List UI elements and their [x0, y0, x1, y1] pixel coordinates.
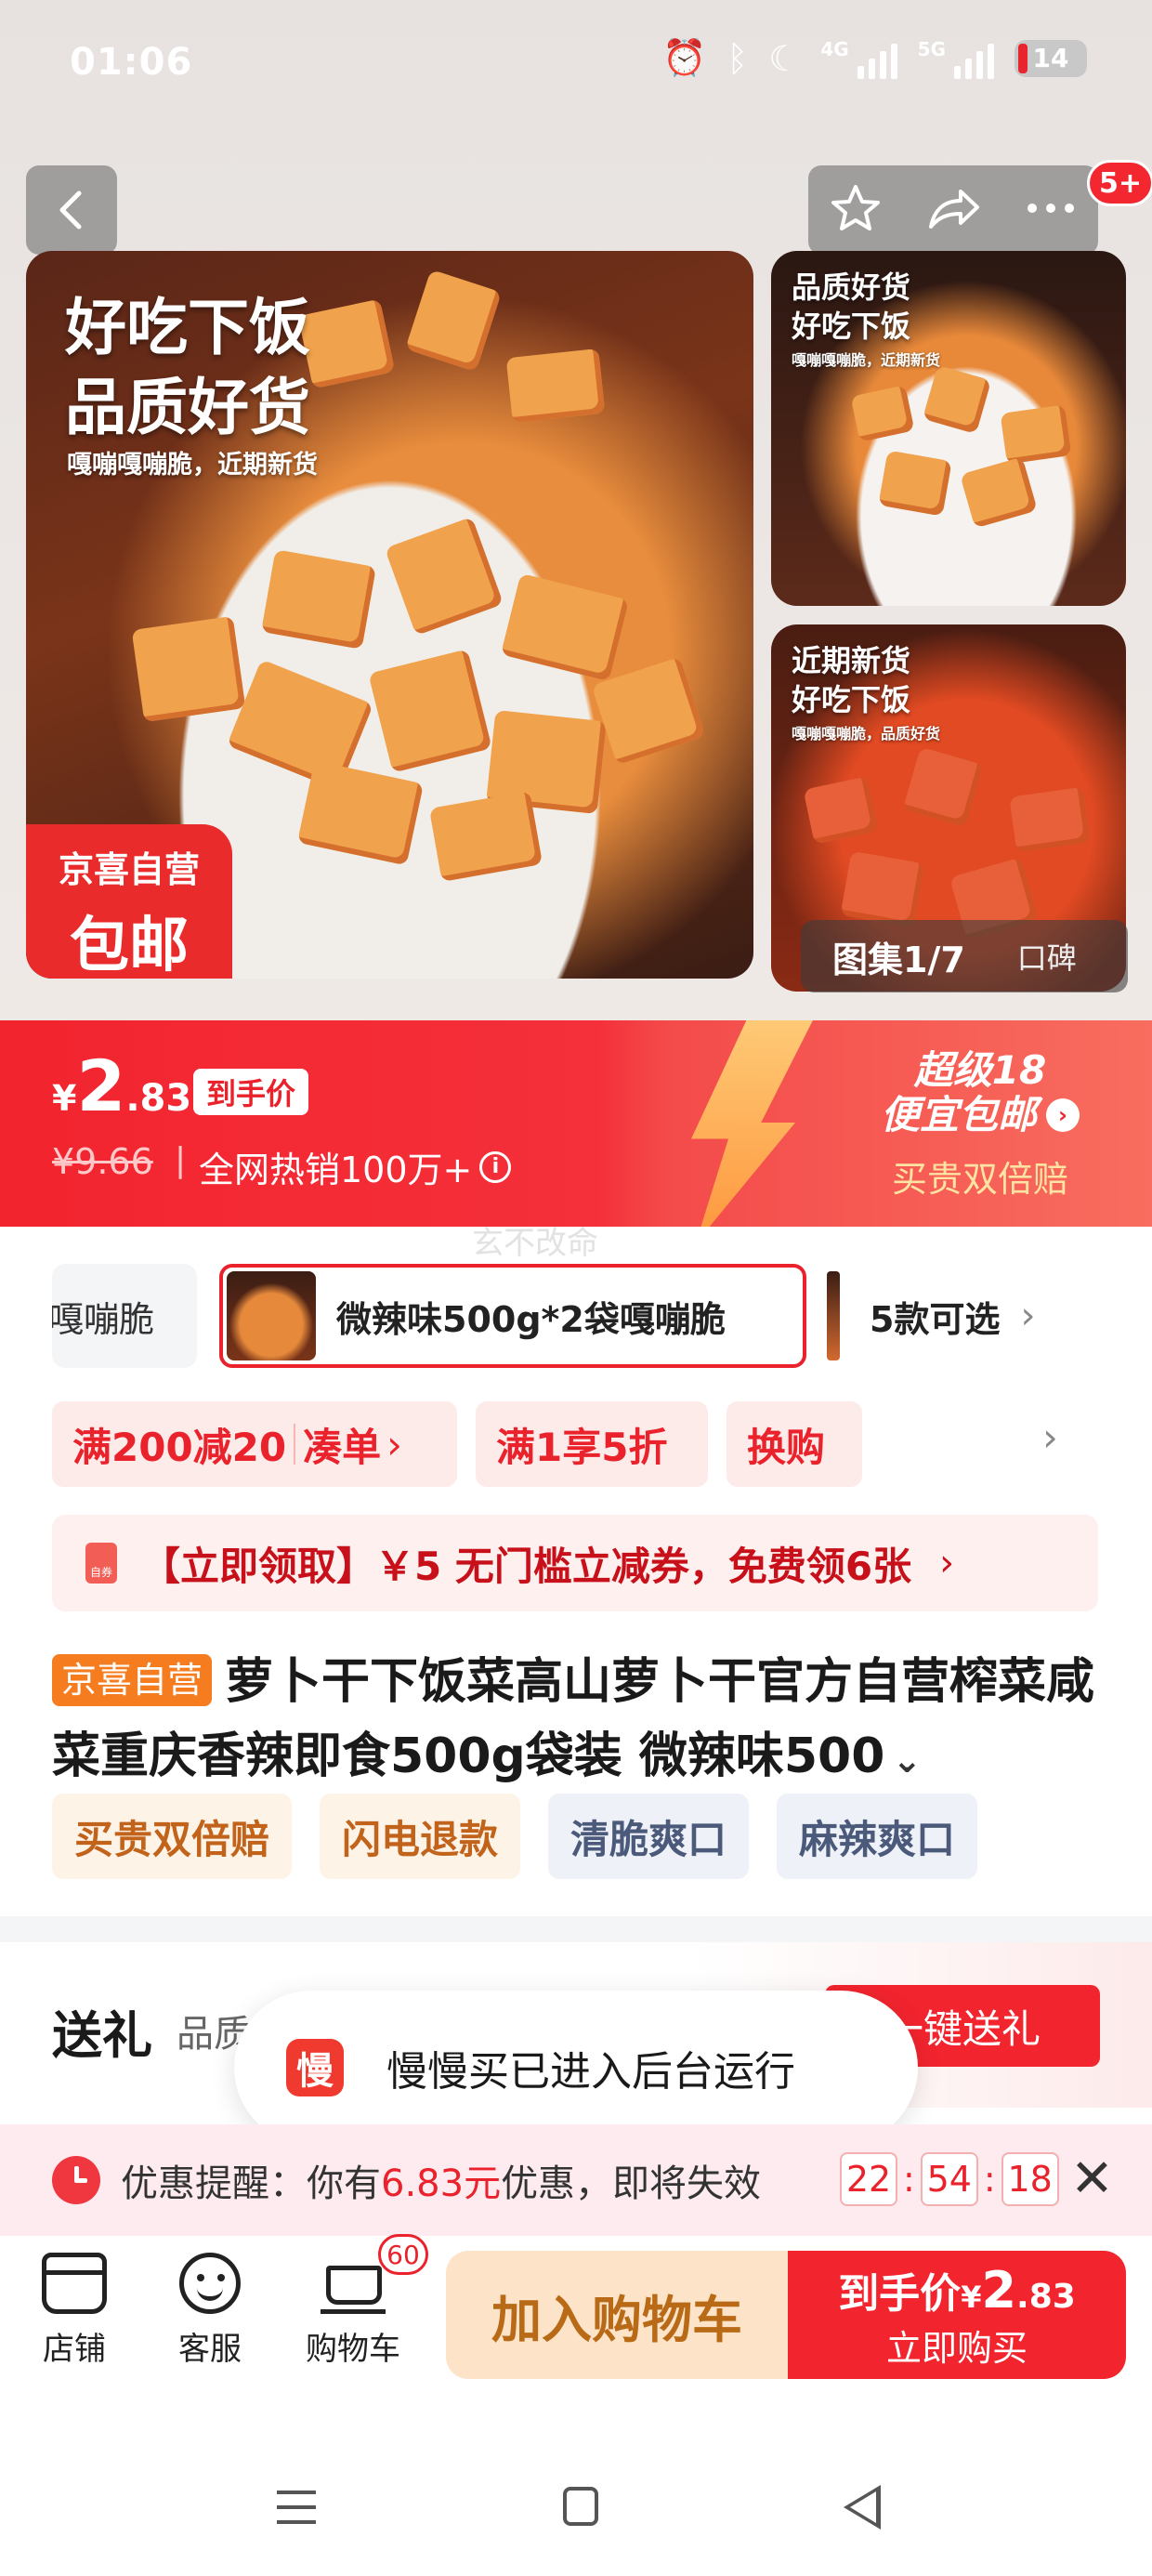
status-time: 01:06 [70, 41, 193, 84]
countdown-timer: 22: 54: 18 [840, 2152, 1059, 2206]
chevron-left-icon [59, 191, 82, 230]
variant-option-selected[interactable]: 微辣味500g*2袋嘎嘣脆 [219, 1264, 806, 1368]
home-icon[interactable] [563, 2487, 598, 2526]
smile-icon [179, 2253, 241, 2314]
shop-button[interactable]: 店铺 [19, 2253, 130, 2369]
gallery-counter[interactable]: 图集1/7 口碑 [801, 920, 1128, 992]
coupon-exchange[interactable]: 换购 [727, 1401, 862, 1487]
thumb1-title: 品质好货 好吃下饭 [792, 269, 911, 344]
original-price: ¥9.66 [52, 1141, 153, 1182]
background-running-toast: 慢 慢慢买已进入后台运行 [234, 1991, 918, 2145]
more-variants[interactable]: 5款可选 › [827, 1264, 1106, 1368]
chevron-right-icon: › [386, 1421, 402, 1467]
thumb1-subtitle: 嘎嘣嘎嘣脆，近期新货 [792, 351, 941, 369]
feature-tag: 清脆爽口 [548, 1794, 750, 1879]
thumb2-subtitle: 嘎嘣嘎嘣脆，品质好货 [792, 725, 941, 743]
super18-promo[interactable]: 超级18 便宜包邮 › 买贵双倍赔 [836, 1048, 1124, 1202]
image-headline: 好吃下饭 品质好货 [65, 292, 310, 443]
customer-service-button[interactable]: 客服 [154, 2253, 266, 2369]
alarm-icon: ⏰ [662, 37, 707, 78]
image-subtitle: 嘎嘣嘎嘣脆，近期新货 [67, 451, 318, 480]
bottom-action-bar: 店铺 客服 60 购物车 加入购物车 到手价¥2.83 立即购买 [0, 2234, 1152, 2394]
hot-sales[interactable]: 全网热销100万+ i [199, 1141, 512, 1192]
cart-button[interactable]: 60 购物车 [297, 2234, 428, 2369]
service-tags: 买贵双倍赔 闪电退款 清脆爽口 麻辣爽口 [52, 1794, 978, 1879]
voucher-text: 【立即领取】￥5 无门槛立减券，免费领6张 [141, 1543, 912, 1589]
current-price: ¥ 2 .83 [52, 1045, 192, 1127]
lightning-icon [691, 1020, 818, 1227]
status-bar: 01:06 ⏰ ᛒ ☾ 4G 5G 14 [0, 0, 1152, 139]
signal-icon: 4G [820, 38, 897, 79]
back-triangle-icon[interactable] [844, 2485, 881, 2530]
status-icons: ⏰ ᛒ ☾ 4G 5G 14 [662, 37, 1087, 79]
price-banner: ¥ 2 .83 到手价 ¥9.66 | 全网热销100万+ i 超级18 便宜包… [0, 1020, 1152, 1227]
top-tools [808, 165, 1098, 255]
gallery-thumb-1[interactable]: 品质好货 好吃下饭 嘎嘣嘎嘣脆，近期新货 [771, 251, 1126, 606]
variant-thumbnail [227, 1271, 316, 1360]
variant-option-prev[interactable]: 嘎嘣脆 [52, 1264, 197, 1368]
variant-thumbnail-partial [827, 1271, 840, 1360]
moon-icon: ☾ [768, 37, 801, 79]
service-tag: 闪电退款 [320, 1794, 521, 1879]
voucher-claim-bar[interactable]: 自券 【立即领取】￥5 无门槛立减券，免费领6张 › [52, 1515, 1098, 1611]
chevron-right-icon[interactable]: › [1042, 1414, 1058, 1460]
discount-reminder-bar[interactable]: 优惠提醒：你有6.83元优惠，即将失效 22: 54: 18 ✕ [0, 2124, 1152, 2236]
chevron-right-icon: › [1046, 1098, 1080, 1132]
chevron-down-icon[interactable]: ⌄ [892, 1740, 922, 1781]
cart-icon: 60 [321, 2234, 428, 2314]
recents-icon[interactable] [277, 2491, 316, 2524]
section-divider [0, 1916, 1152, 1942]
main-product-image[interactable]: 好吃下饭 品质好货 嘎嘣嘎嘣脆，近期新货 京喜自营 包邮 [26, 251, 753, 979]
buy-now-button[interactable]: 到手价¥2.83 立即购买 [788, 2251, 1126, 2379]
add-to-cart-button[interactable]: 加入购物车 [446, 2251, 788, 2379]
favorite-star-icon[interactable] [830, 182, 882, 238]
voucher-icon: 自券 [85, 1543, 117, 1584]
more-icon[interactable] [1025, 201, 1077, 219]
coupon-discount[interactable]: 满1享5折 [476, 1401, 708, 1487]
free-shipping-tag: 京喜自营 包邮 [26, 824, 232, 979]
reviews-tab[interactable]: 口碑 [1017, 935, 1077, 978]
system-navigation-bar [0, 2394, 1152, 2576]
thumb2-title: 近期新货 好吃下饭 [792, 643, 911, 717]
info-icon[interactable]: i [479, 1150, 512, 1183]
variant-selector: 嘎嘣脆 微辣味500g*2袋嘎嘣脆 5款可选 › [0, 1264, 1152, 1375]
chevron-right-icon: › [1020, 1295, 1036, 1337]
product-title[interactable]: 京喜自营 萝卜干下饭菜高山萝卜干官方自营榨菜咸菜重庆香辣即食500g袋装 微辣味5… [52, 1645, 1102, 1797]
price-separator: | [175, 1141, 187, 1179]
bluetooth-icon: ᛒ [727, 37, 749, 79]
message-badge[interactable]: 5+ [1087, 160, 1152, 206]
manmanmai-app-icon: 慢 [286, 2039, 344, 2096]
cart-count-badge: 60 [378, 2234, 428, 2275]
gift-label: 送礼 [52, 2006, 152, 2065]
battery-icon: 14 [1015, 39, 1087, 77]
coupon-full-reduction[interactable]: 满200减20 凑单 › [52, 1401, 457, 1487]
gallery-count-text: 图集1/7 [832, 939, 965, 980]
chevron-right-icon: › [939, 1542, 955, 1584]
store-icon [42, 2253, 107, 2314]
watermark: 玄不改命 [472, 1225, 598, 1262]
service-tag: 买贵双倍赔 [52, 1794, 293, 1879]
signal-icon-2: 5G [918, 38, 994, 79]
jingxi-self-operated-tag: 京喜自营 [52, 1654, 213, 1706]
to-hand-price-label: 到手价 [193, 1069, 309, 1115]
share-icon[interactable] [925, 184, 981, 236]
coupon-row: 满200减20 凑单 › 满1享5折 换购 › [0, 1401, 1152, 1487]
close-icon[interactable]: ✕ [1070, 2149, 1114, 2209]
back-button[interactable] [26, 165, 117, 255]
feature-tag: 麻辣爽口 [777, 1794, 978, 1879]
clock-icon [52, 2156, 100, 2204]
